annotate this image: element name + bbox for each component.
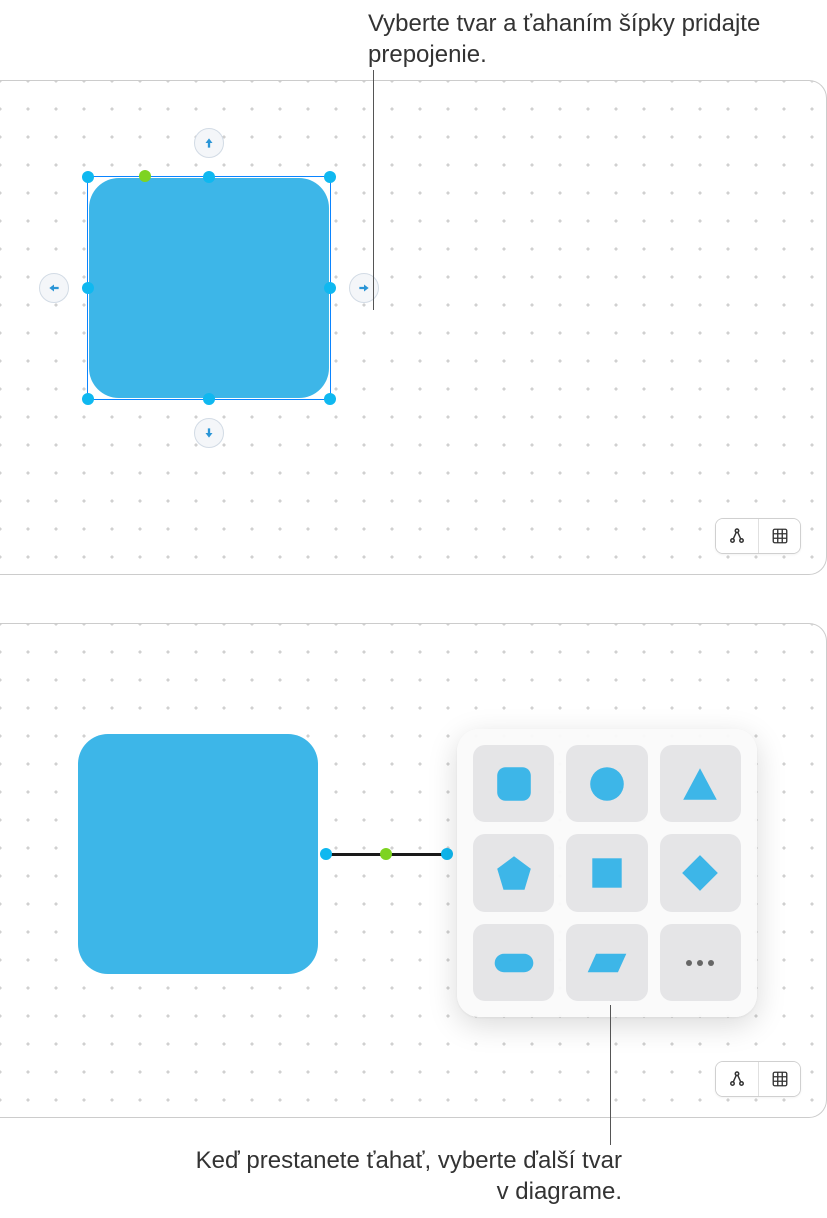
arrow-right-icon — [357, 281, 371, 295]
triangle-icon — [679, 763, 721, 805]
selection-handle-n[interactable] — [203, 171, 215, 183]
rounded-square-icon — [493, 763, 535, 805]
canvas-panel-shape-picker — [0, 623, 827, 1118]
diagram-mode-button[interactable] — [716, 519, 758, 553]
shape-option-square[interactable] — [566, 834, 647, 911]
connection-arrow-down[interactable] — [194, 418, 224, 448]
connection-arrow-left[interactable] — [39, 273, 69, 303]
corner-radius-handle[interactable] — [139, 170, 151, 182]
grid-toggle-button[interactable] — [758, 1062, 800, 1096]
callout-bottom: Keď prestanete ťahať, vyberte ďalší tvar… — [192, 1145, 622, 1207]
canvas-mini-toolbar — [715, 518, 801, 554]
diagram-icon — [728, 1070, 746, 1088]
connector-midpoint-handle[interactable] — [380, 848, 392, 860]
connection-arrow-up[interactable] — [194, 128, 224, 158]
parallelogram-icon — [586, 942, 628, 984]
shape-option-pentagon[interactable] — [473, 834, 554, 911]
shape-option-diamond[interactable] — [660, 834, 741, 911]
shape-option-more[interactable] — [660, 924, 741, 1001]
ellipsis-icon — [686, 960, 714, 966]
shape-option-circle[interactable] — [566, 745, 647, 822]
connection-arrow-right[interactable] — [349, 273, 379, 303]
grid-toggle-button[interactable] — [758, 519, 800, 553]
selection-handle-e[interactable] — [324, 282, 336, 294]
diagram-icon — [728, 527, 746, 545]
shape-option-rounded-square[interactable] — [473, 745, 554, 822]
shape-option-triangle[interactable] — [660, 745, 741, 822]
arrow-left-icon — [47, 281, 61, 295]
selection-handle-ne[interactable] — [324, 171, 336, 183]
shape-picker-popover — [457, 729, 757, 1017]
shape-option-parallelogram[interactable] — [566, 924, 647, 1001]
selection-handle-sw[interactable] — [82, 393, 94, 405]
callout-top: Vyberte tvar a ťahaním šípky pridajte pr… — [368, 8, 827, 70]
square-icon — [586, 852, 628, 894]
grid-icon — [771, 527, 789, 545]
callout-bottom-leader-line — [610, 1005, 611, 1145]
canvas-panel-selected-shape — [0, 80, 827, 575]
diagram-shape-rounded-square[interactable] — [78, 734, 318, 974]
pill-icon — [493, 942, 535, 984]
selection-handle-se[interactable] — [324, 393, 336, 405]
connector-endpoint-start[interactable] — [320, 848, 332, 860]
shape-option-pill[interactable] — [473, 924, 554, 1001]
selection-handle-w[interactable] — [82, 282, 94, 294]
selection-handle-s[interactable] — [203, 393, 215, 405]
pentagon-icon — [493, 852, 535, 894]
diamond-icon — [679, 852, 721, 894]
connector-endpoint-end[interactable] — [441, 848, 453, 860]
diagram-mode-button[interactable] — [716, 1062, 758, 1096]
grid-icon — [771, 1070, 789, 1088]
arrow-up-icon — [202, 136, 216, 150]
canvas-mini-toolbar — [715, 1061, 801, 1097]
selection-rectangle — [88, 177, 330, 399]
arrow-down-icon — [202, 426, 216, 440]
selection-handle-nw[interactable] — [82, 171, 94, 183]
callout-top-leader-line — [373, 70, 374, 310]
circle-icon — [586, 763, 628, 805]
